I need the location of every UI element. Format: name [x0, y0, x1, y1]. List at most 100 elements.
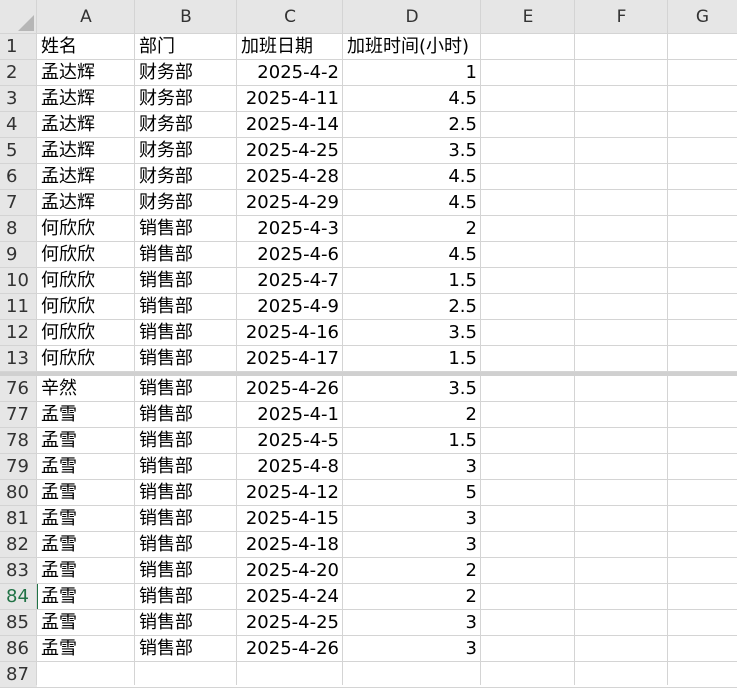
cell-e80[interactable]: [481, 480, 575, 506]
cell-b2[interactable]: 财务部: [135, 60, 237, 86]
row-header-77[interactable]: 77: [0, 402, 37, 428]
cell-b81[interactable]: 销售部: [135, 506, 237, 532]
cell-e10[interactable]: [481, 268, 575, 294]
cell-a87[interactable]: [37, 662, 135, 688]
cell-f79[interactable]: [575, 454, 668, 480]
cell-f2[interactable]: [575, 60, 668, 86]
column-header-c[interactable]: C: [237, 0, 343, 34]
cell-e2[interactable]: [481, 60, 575, 86]
cell-g5[interactable]: [668, 138, 737, 164]
cell-e84[interactable]: [481, 584, 575, 610]
cell-g82[interactable]: [668, 532, 737, 558]
cell-c77[interactable]: 2025-4-1: [237, 402, 343, 428]
cell-b5[interactable]: 财务部: [135, 138, 237, 164]
cell-g2[interactable]: [668, 60, 737, 86]
cell-e7[interactable]: [481, 190, 575, 216]
cell-b86[interactable]: 销售部: [135, 636, 237, 662]
cell-d9[interactable]: 4.5: [343, 242, 481, 268]
cell-a2[interactable]: 孟达辉: [37, 60, 135, 86]
cell-e82[interactable]: [481, 532, 575, 558]
cell-g11[interactable]: [668, 294, 737, 320]
cell-g1[interactable]: [668, 34, 737, 60]
cell-a13[interactable]: 何欣欣: [37, 346, 135, 372]
cell-c11[interactable]: 2025-4-9: [237, 294, 343, 320]
cell-g84[interactable]: [668, 584, 737, 610]
column-header-a[interactable]: A: [37, 0, 135, 34]
cell-d8[interactable]: 2: [343, 216, 481, 242]
cell-a84[interactable]: 孟雪: [37, 584, 135, 610]
cell-c85[interactable]: 2025-4-25: [237, 610, 343, 636]
cell-b83[interactable]: 销售部: [135, 558, 237, 584]
cell-a80[interactable]: 孟雪: [37, 480, 135, 506]
cell-d79[interactable]: 3: [343, 454, 481, 480]
row-header-80[interactable]: 80: [0, 480, 37, 506]
row-header-87[interactable]: 87: [0, 662, 37, 688]
cell-g76[interactable]: [668, 376, 737, 402]
column-header-e[interactable]: E: [481, 0, 575, 34]
cell-a77[interactable]: 孟雪: [37, 402, 135, 428]
cell-d78[interactable]: 1.5: [343, 428, 481, 454]
cell-d3[interactable]: 4.5: [343, 86, 481, 112]
cell-c10[interactable]: 2025-4-7: [237, 268, 343, 294]
column-header-g[interactable]: G: [668, 0, 737, 34]
cell-g79[interactable]: [668, 454, 737, 480]
row-header-76[interactable]: 76: [0, 376, 37, 402]
cell-c79[interactable]: 2025-4-8: [237, 454, 343, 480]
row-header-9[interactable]: 9: [0, 242, 37, 268]
cell-e6[interactable]: [481, 164, 575, 190]
cell-b84[interactable]: 销售部: [135, 584, 237, 610]
cell-f83[interactable]: [575, 558, 668, 584]
cell-c84[interactable]: 2025-4-24: [237, 584, 343, 610]
row-header-8[interactable]: 8: [0, 216, 37, 242]
cell-d11[interactable]: 2.5: [343, 294, 481, 320]
cell-c81[interactable]: 2025-4-15: [237, 506, 343, 532]
cell-f11[interactable]: [575, 294, 668, 320]
cell-f76[interactable]: [575, 376, 668, 402]
cell-c5[interactable]: 2025-4-25: [237, 138, 343, 164]
cell-b4[interactable]: 财务部: [135, 112, 237, 138]
cell-f78[interactable]: [575, 428, 668, 454]
cell-f7[interactable]: [575, 190, 668, 216]
cell-d81[interactable]: 3: [343, 506, 481, 532]
cell-c7[interactable]: 2025-4-29: [237, 190, 343, 216]
row-header-83[interactable]: 83: [0, 558, 37, 584]
cell-f6[interactable]: [575, 164, 668, 190]
cell-a5[interactable]: 孟达辉: [37, 138, 135, 164]
cell-a82[interactable]: 孟雪: [37, 532, 135, 558]
cell-f9[interactable]: [575, 242, 668, 268]
cell-g9[interactable]: [668, 242, 737, 268]
cell-f8[interactable]: [575, 216, 668, 242]
cell-f1[interactable]: [575, 34, 668, 60]
cell-d4[interactable]: 2.5: [343, 112, 481, 138]
cell-d85[interactable]: 3: [343, 610, 481, 636]
cell-d83[interactable]: 2: [343, 558, 481, 584]
column-header-d[interactable]: D: [343, 0, 481, 34]
cell-e78[interactable]: [481, 428, 575, 454]
cell-d10[interactable]: 1.5: [343, 268, 481, 294]
row-header-13[interactable]: 13: [0, 346, 37, 372]
row-header-84[interactable]: 84: [0, 584, 37, 610]
cell-d13[interactable]: 1.5: [343, 346, 481, 372]
cell-b13[interactable]: 销售部: [135, 346, 237, 372]
cell-g78[interactable]: [668, 428, 737, 454]
cell-d84[interactable]: 2: [343, 584, 481, 610]
row-header-6[interactable]: 6: [0, 164, 37, 190]
row-header-82[interactable]: 82: [0, 532, 37, 558]
cell-g85[interactable]: [668, 610, 737, 636]
select-all-corner[interactable]: [0, 0, 37, 34]
cell-d76[interactable]: 3.5: [343, 376, 481, 402]
cell-d77[interactable]: 2: [343, 402, 481, 428]
row-header-81[interactable]: 81: [0, 506, 37, 532]
cell-g80[interactable]: [668, 480, 737, 506]
cell-a83[interactable]: 孟雪: [37, 558, 135, 584]
cell-g83[interactable]: [668, 558, 737, 584]
cell-d6[interactable]: 4.5: [343, 164, 481, 190]
row-header-85[interactable]: 85: [0, 610, 37, 636]
freeze-pane-split[interactable]: [0, 372, 737, 376]
row-header-1[interactable]: 1: [0, 34, 37, 60]
cell-g13[interactable]: [668, 346, 737, 372]
cell-e76[interactable]: [481, 376, 575, 402]
cell-b12[interactable]: 销售部: [135, 320, 237, 346]
cell-c13[interactable]: 2025-4-17: [237, 346, 343, 372]
cell-e86[interactable]: [481, 636, 575, 662]
